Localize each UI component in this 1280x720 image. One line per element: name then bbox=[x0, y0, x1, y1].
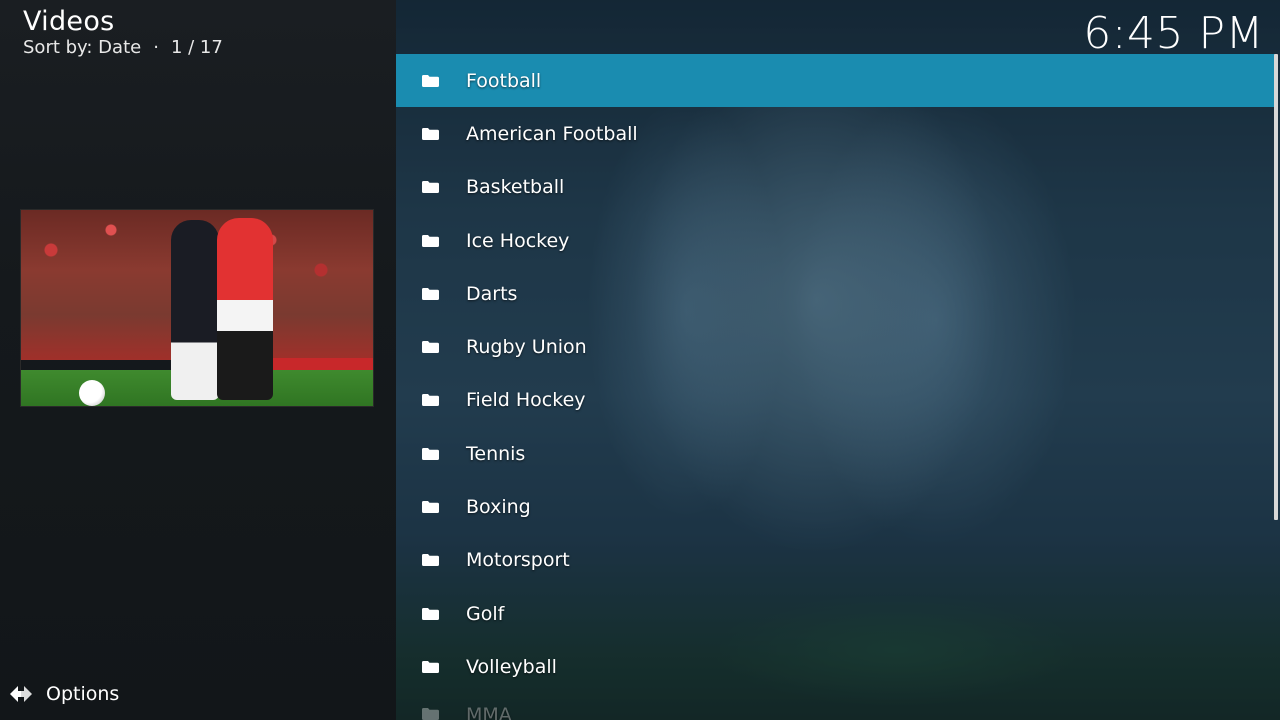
thumbnail-ball bbox=[79, 380, 105, 406]
list-item-darts[interactable]: Darts bbox=[396, 267, 1276, 320]
list-item-label: Boxing bbox=[466, 496, 531, 519]
folder-icon bbox=[422, 607, 439, 620]
preview-thumbnail bbox=[20, 209, 374, 407]
folder-icon bbox=[422, 341, 439, 354]
folder-icon bbox=[422, 181, 439, 194]
list-item-label: MMA bbox=[466, 703, 512, 720]
category-list: Football American Football Basketball Ic… bbox=[396, 54, 1276, 720]
list-item-ice-hockey[interactable]: Ice Hockey bbox=[396, 214, 1276, 267]
folder-icon bbox=[422, 127, 439, 140]
options-button[interactable]: Options bbox=[8, 682, 119, 706]
clock-time: 6:45 PM bbox=[1083, 8, 1264, 59]
thumbnail-player-dark bbox=[171, 220, 219, 400]
list-item-label: Rugby Union bbox=[466, 336, 587, 359]
list-item-label: Darts bbox=[466, 282, 518, 305]
list-item-rugby-union[interactable]: Rugby Union bbox=[396, 320, 1276, 373]
list-item-label: Field Hockey bbox=[466, 389, 586, 412]
options-label: Options bbox=[46, 683, 120, 705]
sidebar-panel: Videos Sort by: Date · 1 / 17 Options bbox=[0, 0, 396, 720]
list-item-american-football[interactable]: American Football bbox=[396, 107, 1276, 160]
list-item-golf[interactable]: Golf bbox=[396, 587, 1276, 640]
list-item-volleyball[interactable]: Volleyball bbox=[396, 640, 1276, 693]
sort-info: Sort by: Date · 1 / 17 bbox=[23, 37, 223, 58]
list-item-label: Tennis bbox=[466, 442, 526, 465]
folder-icon bbox=[422, 447, 439, 460]
list-item-label: Basketball bbox=[466, 176, 565, 199]
list-item-label: American Football bbox=[466, 122, 638, 145]
list-item-label: Football bbox=[466, 69, 542, 92]
folder-icon bbox=[422, 501, 439, 514]
list-item-basketball[interactable]: Basketball bbox=[396, 161, 1276, 214]
folder-icon bbox=[422, 660, 439, 673]
list-item-mma[interactable]: MMA bbox=[396, 694, 1276, 720]
list-item-football[interactable]: Football bbox=[396, 54, 1276, 108]
folder-icon bbox=[422, 554, 439, 567]
page-title: Videos bbox=[23, 6, 115, 37]
options-arrows-icon bbox=[10, 686, 32, 702]
list-item-field-hockey[interactable]: Field Hockey bbox=[396, 374, 1276, 427]
list-item-tennis[interactable]: Tennis bbox=[396, 427, 1276, 480]
list-item-label: Golf bbox=[466, 602, 505, 625]
folder-icon bbox=[422, 287, 439, 300]
sort-label[interactable]: Sort by: Date bbox=[23, 37, 141, 58]
folder-icon bbox=[422, 234, 439, 247]
folder-icon bbox=[422, 394, 439, 407]
folder-icon bbox=[422, 707, 439, 720]
folder-icon bbox=[422, 74, 439, 87]
list-item-boxing[interactable]: Boxing bbox=[396, 480, 1276, 533]
list-scrollbar[interactable] bbox=[1274, 54, 1278, 520]
list-item-motorsport[interactable]: Motorsport bbox=[396, 534, 1276, 587]
list-item-label: Motorsport bbox=[466, 549, 570, 572]
separator-dot: · bbox=[153, 37, 159, 58]
list-item-label: Volleyball bbox=[466, 655, 557, 678]
list-item-label: Ice Hockey bbox=[466, 229, 570, 252]
thumbnail-player-red bbox=[217, 218, 273, 400]
item-position: 1 / 17 bbox=[170, 37, 223, 58]
